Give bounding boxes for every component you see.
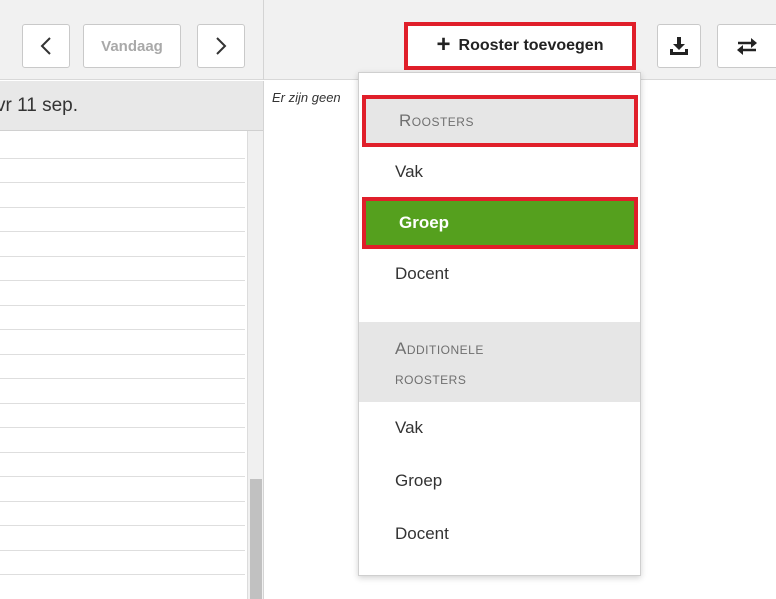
grid-line: [0, 501, 245, 502]
switch-view-button[interactable]: [717, 24, 776, 68]
grid-line: [0, 378, 245, 379]
section-header-roosters-label: Roosters: [399, 111, 474, 130]
download-icon: [670, 37, 688, 55]
grid-line: [0, 574, 245, 575]
menu-item-docent[interactable]: Docent: [359, 249, 640, 299]
grid-line: [0, 452, 245, 453]
section-header-additionele-roosters: Additionele roosters: [359, 322, 640, 402]
menu-item-groep[interactable]: Groep: [362, 197, 638, 249]
scrollbar-thumb[interactable]: [250, 479, 262, 599]
grid-line: [0, 476, 245, 477]
time-grid: [0, 131, 247, 599]
menu-item-label: Vak: [395, 162, 424, 181]
grid-line: [0, 158, 245, 159]
grid-line: [0, 329, 245, 330]
menu-item-label: Docent: [395, 524, 449, 543]
grid-line: [0, 354, 245, 355]
time-grid-scrollbar[interactable]: [247, 131, 263, 599]
menu-item-vak[interactable]: Vak: [359, 147, 640, 197]
previous-day-button[interactable]: [22, 24, 70, 68]
add-schedule-label: Rooster toevoegen: [458, 37, 604, 54]
empty-message: Er zijn geen: [272, 90, 341, 105]
download-button[interactable]: [657, 24, 701, 68]
column-divider: [263, 81, 264, 599]
grid-line: [0, 280, 245, 281]
add-schedule-button[interactable]: + Rooster toevoegen: [404, 22, 636, 70]
grid-line: [0, 182, 245, 183]
grid-line: [0, 427, 245, 428]
day-header: vr 11 sep.: [0, 81, 263, 131]
chevron-right-icon: [216, 37, 227, 55]
menu-item-additional-vak[interactable]: Vak: [359, 403, 640, 453]
toolbar: Vandaag + Rooster toevoegen: [0, 0, 776, 80]
day-header-label: vr 11 sep.: [0, 94, 79, 116]
grid-line: [0, 256, 245, 257]
today-button[interactable]: Vandaag: [83, 24, 181, 68]
plus-icon: +: [436, 31, 451, 58]
next-day-button[interactable]: [197, 24, 245, 68]
grid-line: [0, 403, 245, 404]
grid-line: [0, 550, 245, 551]
section-header-line: roosters: [395, 369, 467, 388]
menu-item-additional-docent[interactable]: Docent: [359, 509, 640, 559]
menu-item-label: Docent: [395, 264, 449, 283]
grid-line: [0, 207, 245, 208]
menu-item-label: Groep: [395, 471, 443, 490]
menu-item-label: Groep: [399, 213, 450, 232]
toolbar-divider: [263, 0, 264, 80]
section-header-line: Additionele: [395, 339, 484, 358]
grid-line: [0, 231, 245, 232]
menu-item-additional-groep[interactable]: Groep: [359, 456, 640, 506]
add-schedule-dropdown: Roosters Vak Groep Docent Additionele ro…: [358, 72, 641, 576]
menu-item-label: Vak: [395, 418, 424, 437]
swap-arrows-icon: [737, 38, 757, 55]
chevron-left-icon: [40, 37, 51, 55]
grid-line: [0, 525, 245, 526]
section-header-roosters: Roosters: [362, 95, 638, 147]
grid-line: [0, 305, 245, 306]
